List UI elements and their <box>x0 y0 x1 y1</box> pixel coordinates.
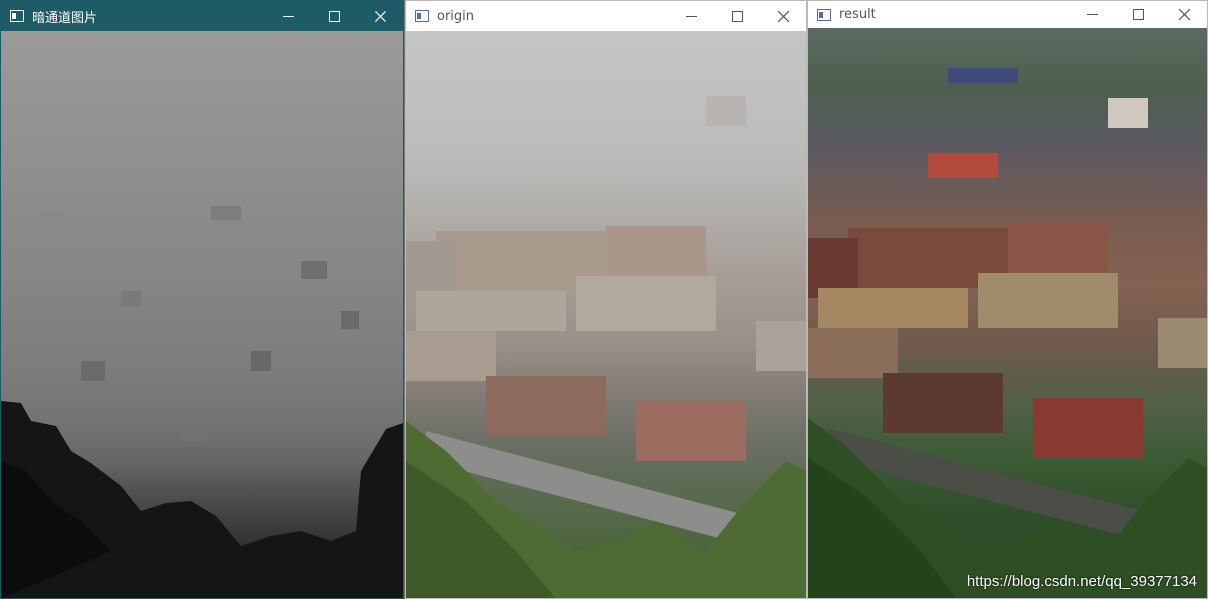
maximize-icon <box>1132 9 1144 20</box>
titlebar[interactable]: result <box>808 1 1207 28</box>
result-window: result https://blog.csdn.net/qq_39377134 <box>807 0 1208 599</box>
maximize-button[interactable] <box>1115 1 1161 28</box>
window-title: origin <box>437 8 475 24</box>
window-controls <box>265 1 403 31</box>
minimize-button[interactable] <box>265 1 311 31</box>
window-title: result <box>839 7 876 22</box>
maximize-button[interactable] <box>311 1 357 31</box>
minimize-button[interactable] <box>668 1 714 31</box>
window-controls <box>668 1 806 31</box>
window-app-icon <box>817 8 831 21</box>
maximize-button[interactable] <box>714 1 760 31</box>
close-button[interactable] <box>760 1 806 31</box>
titlebar[interactable]: origin <box>406 1 806 31</box>
minimize-icon <box>282 15 294 17</box>
result-image-content <box>808 68 1207 598</box>
origin-window: origin <box>405 0 807 599</box>
dark-channel-image <box>1 31 403 598</box>
result-image: https://blog.csdn.net/qq_39377134 <box>808 28 1207 598</box>
minimize-icon <box>685 15 697 17</box>
origin-image <box>406 31 806 598</box>
window-controls <box>1069 1 1207 28</box>
minimize-icon <box>1086 14 1098 15</box>
close-button[interactable] <box>1161 1 1207 28</box>
close-icon <box>1178 9 1190 20</box>
close-button[interactable] <box>357 1 403 31</box>
minimize-button[interactable] <box>1069 1 1115 28</box>
titlebar[interactable]: 暗通道图片 <box>1 1 403 31</box>
origin-image-content <box>406 96 806 598</box>
maximize-icon <box>328 10 340 22</box>
dark-channel-image-content <box>1 206 403 598</box>
dark-channel-window: 暗通道图片 <box>0 0 404 599</box>
maximize-icon <box>731 10 743 22</box>
close-icon <box>777 10 789 22</box>
window-title: 暗通道图片 <box>32 10 98 26</box>
window-app-icon <box>415 10 429 22</box>
close-icon <box>374 10 386 22</box>
watermark-text: https://blog.csdn.net/qq_39377134 <box>966 573 1197 590</box>
window-app-icon <box>10 10 24 22</box>
